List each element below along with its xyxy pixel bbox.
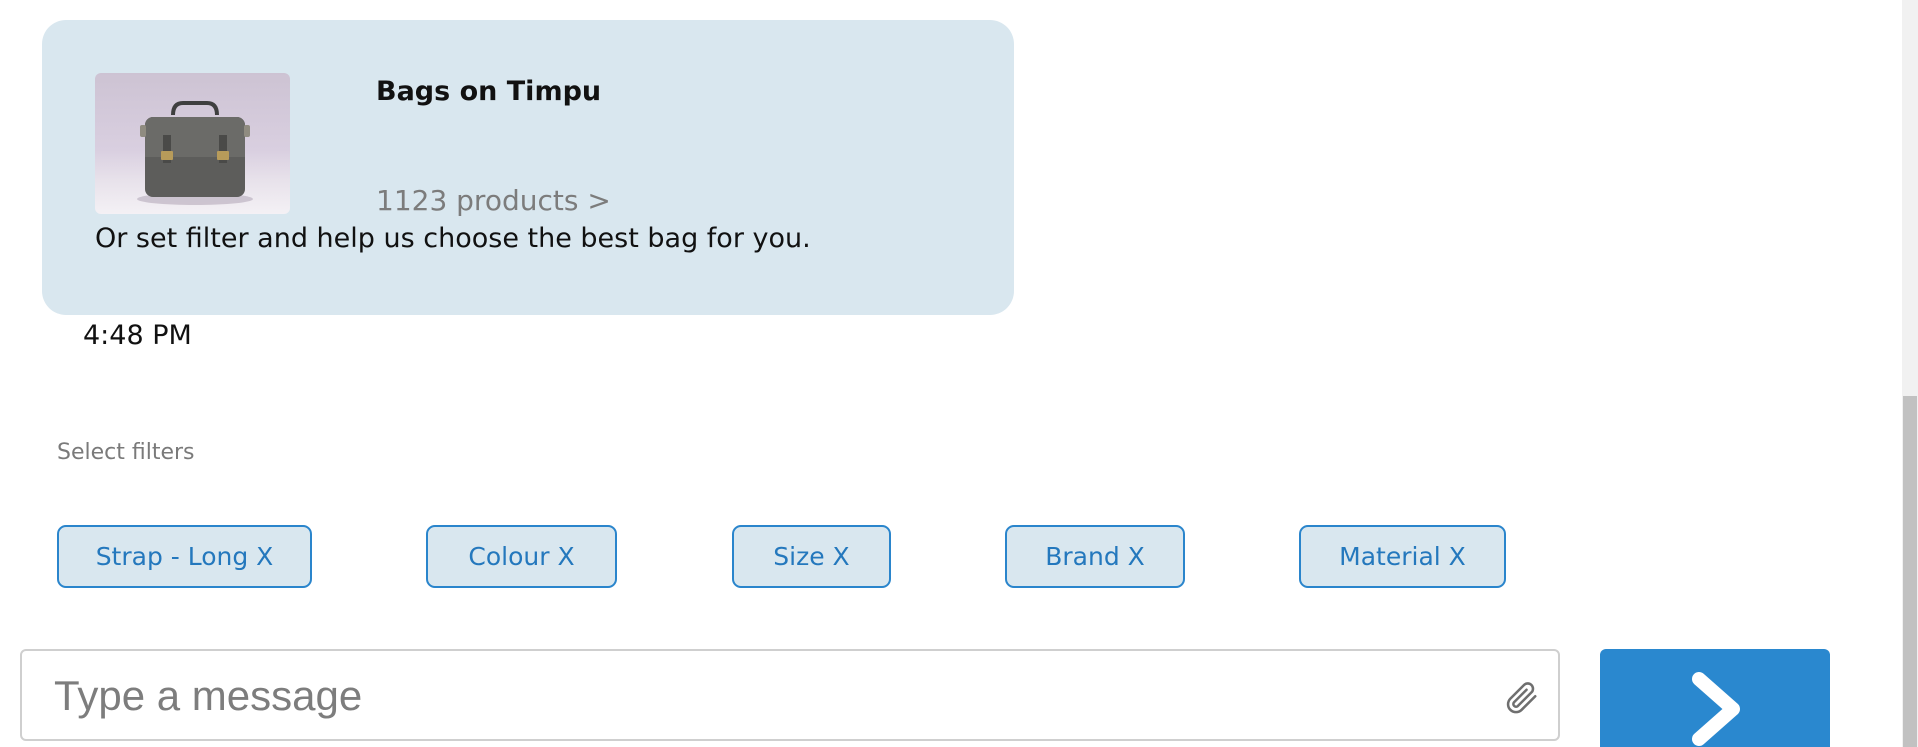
bot-message-card: Bags on Timpu 1123 products > Or set fil… xyxy=(42,20,1014,315)
bag-image-icon xyxy=(137,101,253,205)
filters-label: Select filters xyxy=(57,440,195,465)
chat-page: Bags on Timpu 1123 products > Or set fil… xyxy=(0,0,1918,747)
message-composer xyxy=(20,649,1560,741)
filter-chip-material[interactable]: Material X xyxy=(1299,525,1506,588)
scrollbar-thumb[interactable] xyxy=(1903,396,1917,747)
filter-chip-colour[interactable]: Colour X xyxy=(426,525,617,588)
message-input[interactable] xyxy=(52,661,1476,731)
paperclip-icon[interactable] xyxy=(1502,678,1540,716)
chevron-right-icon xyxy=(1692,672,1740,746)
filter-chip-brand[interactable]: Brand X xyxy=(1005,525,1185,588)
card-message: Or set filter and help us choose the bes… xyxy=(95,223,811,254)
products-link[interactable]: 1123 products > xyxy=(376,184,611,217)
bag-thumbnail[interactable] xyxy=(95,73,290,214)
filter-chip-strap[interactable]: Strap - Long X xyxy=(57,525,312,588)
card-title: Bags on Timpu xyxy=(376,76,602,107)
send-button[interactable] xyxy=(1600,649,1830,747)
filter-chip-size[interactable]: Size X xyxy=(732,525,891,588)
message-timestamp: 4:48 PM xyxy=(83,320,192,351)
